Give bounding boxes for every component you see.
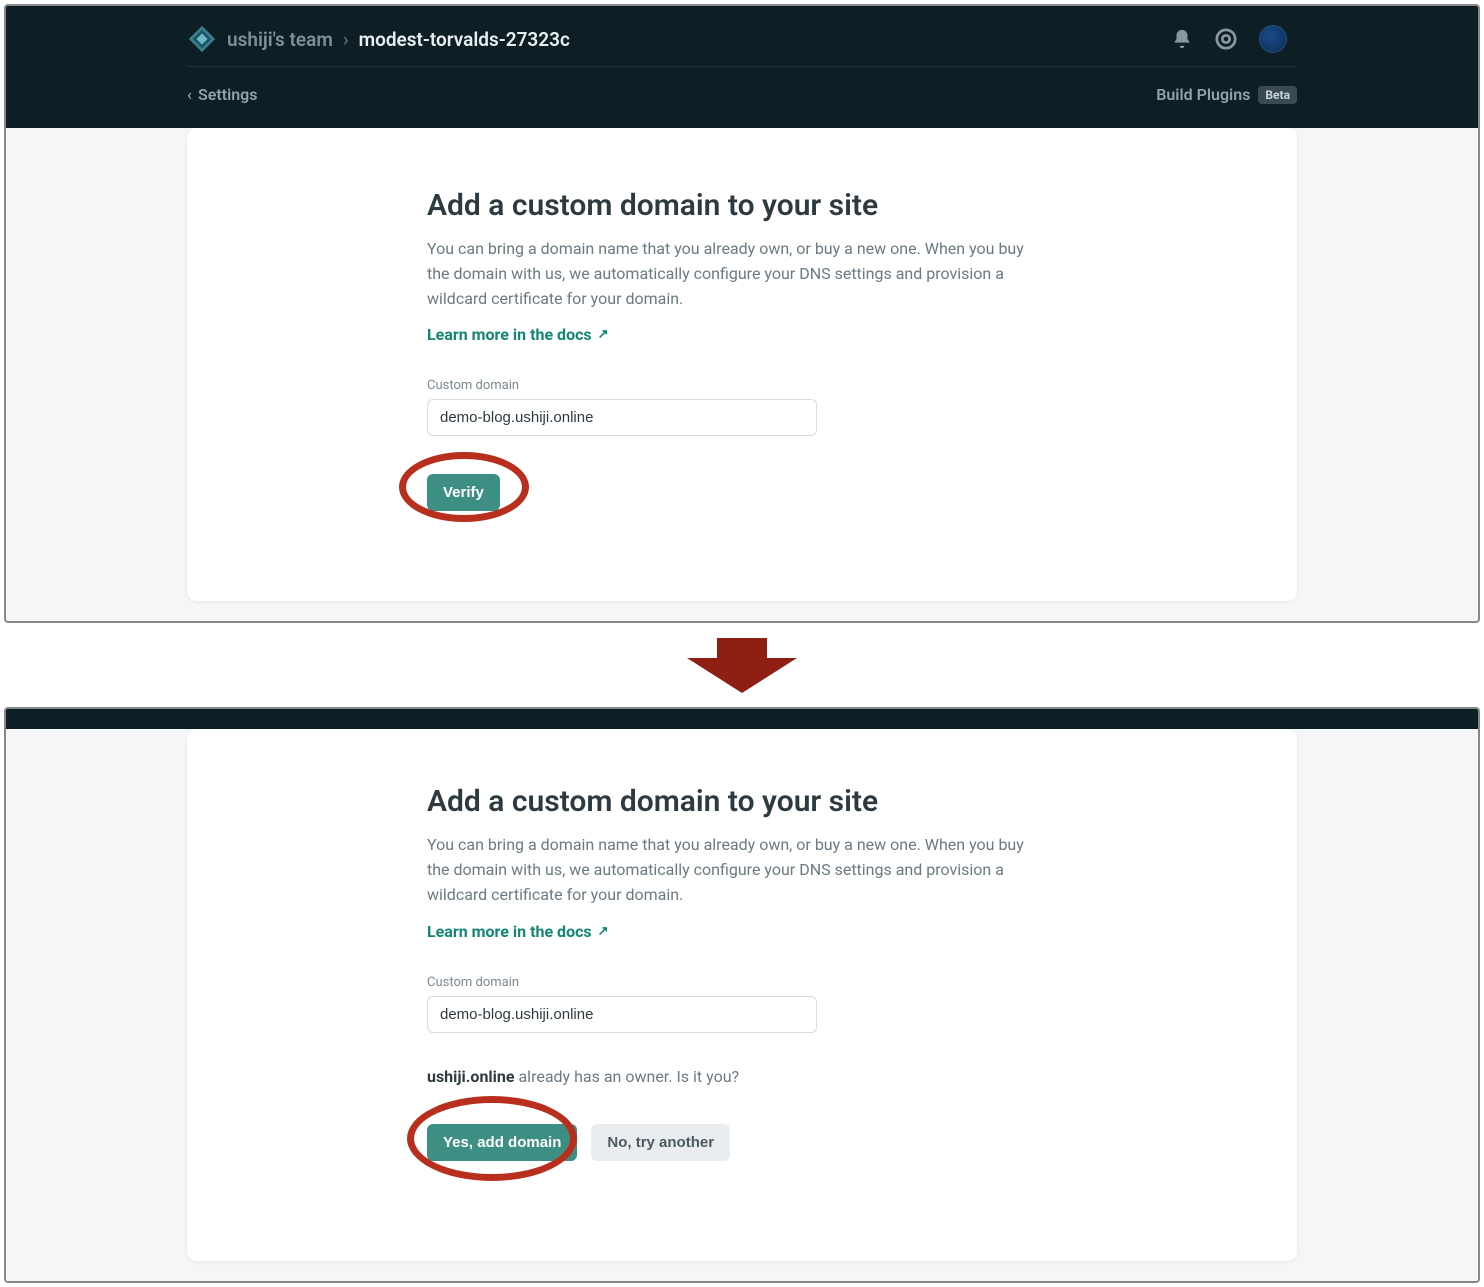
page-title: Add a custom domain to your site — [427, 784, 1047, 819]
bell-icon[interactable] — [1171, 28, 1193, 50]
custom-domain-input[interactable] — [427, 996, 817, 1033]
back-label: Settings — [198, 85, 258, 104]
netlify-logo-icon — [187, 24, 217, 54]
no-try-another-button[interactable]: No, try another — [591, 1124, 730, 1161]
owner-message-suffix: already has an owner. Is it you? — [515, 1067, 740, 1086]
breadcrumb-site[interactable]: modest-torvalds-27323c — [359, 28, 570, 51]
custom-domain-field-label: Custom domain — [427, 378, 1047, 393]
domain-owner-message: ushiji.online already has an owner. Is i… — [427, 1067, 1047, 1086]
custom-domain-card: Add a custom domain to your site You can… — [187, 729, 1297, 1260]
custom-domain-field-label: Custom domain — [427, 975, 1047, 990]
beta-badge: Beta — [1258, 86, 1297, 104]
help-lifebuoy-icon[interactable] — [1215, 28, 1237, 50]
frame-verify-step: ushiji's team › modest-torvalds-27323c — [4, 4, 1480, 623]
breadcrumb-team[interactable]: ushiji's team — [227, 28, 333, 51]
external-link-icon: ↗ — [598, 327, 609, 342]
yes-add-domain-button[interactable]: Yes, add domain — [427, 1124, 577, 1161]
external-link-icon: ↗ — [598, 924, 609, 939]
breadcrumb: ushiji's team › modest-torvalds-27323c — [187, 24, 570, 54]
learn-more-docs-link[interactable]: Learn more in the docs ↗ — [427, 325, 609, 344]
page-description: You can bring a domain name that you alr… — [427, 833, 1027, 907]
transition-arrow-icon — [0, 623, 1484, 703]
chevron-left-icon: ‹ — [187, 85, 192, 104]
learn-more-docs-link[interactable]: Learn more in the docs ↗ — [427, 922, 609, 941]
custom-domain-card: Add a custom domain to your site You can… — [187, 128, 1297, 601]
build-plugins-link[interactable]: Build Plugins Beta — [1156, 85, 1297, 104]
back-to-settings-link[interactable]: ‹ Settings — [187, 85, 258, 104]
docs-link-label: Learn more in the docs — [427, 325, 592, 344]
page-description: You can bring a domain name that you alr… — [427, 237, 1027, 311]
docs-link-label: Learn more in the docs — [427, 922, 592, 941]
custom-domain-input[interactable] — [427, 399, 817, 436]
app-header: ushiji's team › modest-torvalds-27323c — [6, 6, 1478, 138]
frame-confirm-step: Add a custom domain to your site You can… — [4, 707, 1480, 1282]
page-title: Add a custom domain to your site — [427, 188, 1047, 223]
build-plugins-label: Build Plugins — [1156, 85, 1250, 104]
user-avatar[interactable] — [1259, 25, 1287, 53]
header-actions — [1171, 25, 1287, 53]
owner-domain-name: ushiji.online — [427, 1067, 515, 1086]
verify-button[interactable]: Verify — [427, 474, 500, 511]
breadcrumb-separator-icon: › — [343, 28, 349, 51]
